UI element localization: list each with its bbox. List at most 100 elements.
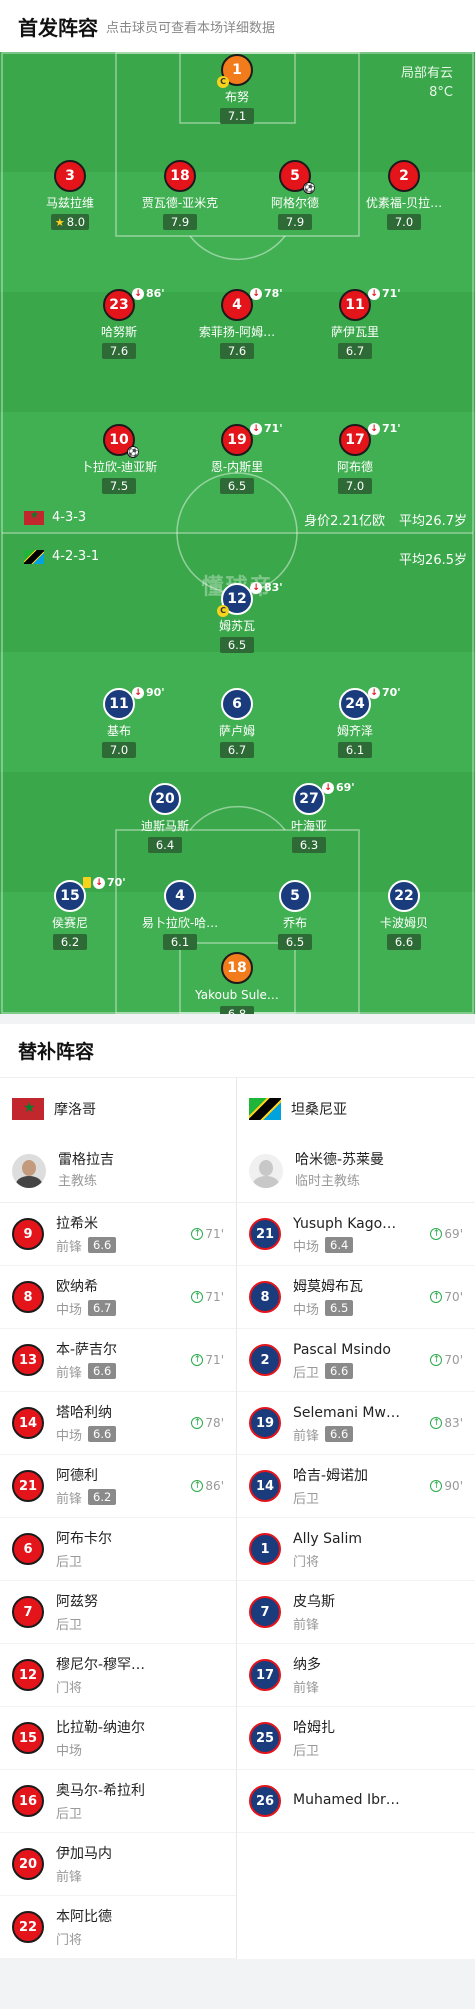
sub-player-row[interactable]: 26 Muhamed Ibr… — [237, 1770, 475, 1833]
player-number: 12 C ↓ 83' — [217, 581, 283, 617]
player-number: 12 — [12, 1659, 44, 1691]
goal-ball-icon: ⚽ — [303, 182, 316, 194]
sub-player-row[interactable]: 21 阿德利 前锋 6.2 ↑ 86' — [0, 1455, 236, 1518]
player-rating: 6.6 — [88, 1237, 117, 1253]
home-player-4[interactable]: 4 ↓ 78' 索菲扬-阿姆… 7.6 — [177, 287, 297, 359]
player-rating: 7.9 — [163, 214, 197, 230]
subs-table: 摩洛哥 雷格拉吉 主教练 9拉希米前锋6.6↑71'8欧纳希中场6.7↑71'1… — [0, 1078, 475, 1959]
home-player-18[interactable]: 18 贾瓦德-亚米克 7.9 — [120, 160, 240, 230]
sub-player-row[interactable]: 14 哈吉-姆诺加 后卫 ↑ 90' — [237, 1455, 475, 1518]
sub-in-time: ↑ 70' — [430, 1353, 463, 1367]
player-number: 23 ↓ 86' — [103, 287, 165, 321]
player-name: Yakoub Sule… — [195, 988, 279, 1002]
sub-player-row[interactable]: 8 欧纳希 中场 6.7 ↑ 71' — [0, 1266, 236, 1329]
away-player-6[interactable]: 6 萨卢姆 6.7 — [177, 688, 297, 758]
player-position: 中场 — [293, 1302, 320, 1318]
player-name: 贾瓦德-亚米克 — [141, 196, 219, 210]
sub-player-row[interactable]: 19 Selemani Mw… 前锋 6.6 ↑ 83' — [237, 1392, 475, 1455]
player-name: 拉希米 — [56, 1215, 98, 1232]
away-subs-column: 坦桑尼亚 哈米德-苏莱曼 临时主教练 21 Yusuph Kago… 中场 6.4 ↑ 6… — [237, 1078, 475, 1959]
sub-player-row[interactable]: 21 Yusuph Kago… 中场 6.4 ↑ 69' — [237, 1203, 475, 1266]
home-team-info: 身价2.21亿欧 平均26.7岁 — [290, 510, 467, 529]
sub-player-row[interactable]: 13 本-萨吉尔 前锋 6.6 ↑ 71' — [0, 1329, 236, 1392]
player-name: 纳多 — [293, 1656, 321, 1673]
home-player-5[interactable]: 5 ⚽ 阿格尔德 7.9 — [235, 160, 355, 230]
player-rating: 6.1 — [338, 742, 372, 758]
away-player-18[interactable]: 18 Yakoub Sule… 6.8 — [177, 952, 297, 1014]
sub-in-icon: ↑ — [430, 1228, 443, 1240]
player-position: 门将 — [56, 1680, 83, 1696]
home-player-23[interactable]: 23 ↓ 86' 哈努斯 7.6 — [59, 287, 179, 359]
morocco-flag-icon — [12, 1098, 44, 1120]
player-number: 3 — [54, 160, 86, 192]
home-player-1[interactable]: 1C 布努 7.1 — [177, 54, 297, 124]
home-player-2[interactable]: 2 优素福-贝拉… 7.0 — [344, 160, 464, 230]
sub-player-row[interactable]: 15 比拉勒-纳迪尔 中场 — [0, 1707, 236, 1770]
player-number: 17 — [249, 1659, 281, 1691]
player-name: 哈努斯 — [100, 325, 137, 339]
coach-avatar — [12, 1154, 46, 1188]
yellow-card-icon — [83, 877, 91, 888]
sub-player-row[interactable]: 1 Ally Salim 门将 — [237, 1518, 475, 1581]
sub-player-row[interactable]: 2 Pascal Msindo 后卫 6.6 ↑ 70' — [237, 1329, 475, 1392]
away-player-22[interactable]: 22 卡波姆贝 6.6 — [344, 880, 464, 950]
sub-in-time: ↑ 90' — [430, 1479, 463, 1493]
sub-player-row[interactable]: 12 穆尼尔-穆罕… 门将 — [0, 1644, 236, 1707]
sub-player-row[interactable]: 25 哈姆扎 后卫 — [237, 1707, 475, 1770]
player-number: 20 — [149, 783, 181, 815]
player-number: 14 — [12, 1407, 44, 1439]
player-position: 门将 — [293, 1554, 320, 1570]
sub-player-row[interactable]: 16 奥马尔-希拉利 后卫 — [0, 1770, 236, 1833]
sub-player-row[interactable]: 9 拉希米 前锋 6.6 ↑ 71' — [0, 1203, 236, 1266]
away-player-11[interactable]: 11 ↓ 90' 基布 7.0 — [59, 686, 179, 758]
player-position: 后卫 — [56, 1554, 83, 1570]
player-name: 比拉勒-纳迪尔 — [56, 1719, 146, 1736]
away-player-5[interactable]: 5 乔布 6.5 — [235, 880, 355, 950]
formation-label: 4-2-3-1 — [52, 549, 100, 564]
player-number: 7 — [12, 1596, 44, 1628]
home-player-17[interactable]: 17 ↓ 71' 阿布德 7.0 — [295, 422, 415, 494]
player-name: 伊加马内 — [56, 1845, 112, 1862]
player-rating: 6.2 — [53, 934, 87, 950]
away-player-4[interactable]: 4 易卜拉欣-哈… 6.1 — [120, 880, 240, 950]
home-player-10[interactable]: 10 ⚽ 卜拉欣-迪亚斯 7.5 — [59, 424, 179, 494]
player-rating: 6.5 — [220, 637, 254, 653]
formation-label: 4-3-3 — [52, 510, 87, 525]
sub-player-row[interactable]: 22 本阿比德 门将 — [0, 1896, 236, 1959]
sub-in-time: ↑ 78' — [191, 1416, 224, 1430]
sub-player-row[interactable]: 14 塔哈利纳 中场 6.6 ↑ 78' — [0, 1392, 236, 1455]
player-position: 后卫 — [293, 1491, 320, 1507]
player-rating: 6.8 — [220, 1006, 254, 1014]
player-name: 哈吉-姆诺加 — [293, 1467, 369, 1484]
player-rating: 7.6 — [102, 343, 136, 359]
sub-player-row[interactable]: 6 阿布卡尔 后卫 — [0, 1518, 236, 1581]
player-name: 布努 — [224, 90, 249, 104]
sub-player-row[interactable]: 17 纳多 前锋 — [237, 1644, 475, 1707]
player-name: Yusuph Kago… — [293, 1215, 397, 1232]
sub-player-row[interactable]: 7 皮乌斯 前锋 — [237, 1581, 475, 1644]
away-player-15[interactable]: 15 ↓ 70' 侯赛尼 6.2 — [10, 876, 130, 950]
sub-in-time: ↑ 69' — [430, 1227, 463, 1241]
player-name: 卡波姆贝 — [379, 916, 428, 930]
away-player-12[interactable]: 12 C ↓ 83' 姆苏瓦 6.5 — [177, 581, 297, 653]
sub-minute: 70' — [382, 686, 401, 699]
away-player-24[interactable]: 24 ↓ 70' 姆齐泽 6.1 — [295, 686, 415, 758]
home-coach[interactable]: 雷格拉吉 主教练 — [0, 1140, 236, 1203]
sub-in-time: ↑ 86' — [191, 1479, 224, 1493]
home-player-19[interactable]: 19 ↓ 71' 恩-内斯里 6.5 — [177, 422, 297, 494]
captain-icon: C — [217, 605, 229, 617]
player-position: 中场 — [56, 1743, 83, 1759]
away-player-20[interactable]: 20 迪斯马斯 6.4 — [105, 783, 225, 853]
away-player-27[interactable]: 27 ↓ 69' 叶海亚 6.3 — [249, 781, 369, 853]
sub-player-row[interactable]: 7 阿兹努 后卫 — [0, 1581, 236, 1644]
home-player-3[interactable]: 3 马兹拉维 ★ 8.0 — [10, 160, 130, 230]
sub-out-icon: ↓ — [368, 422, 380, 435]
home-player-11[interactable]: 11 ↓ 71' 萨伊瓦里 6.7 — [295, 287, 415, 359]
player-name: 阿德利 — [56, 1467, 98, 1484]
sub-player-row[interactable]: 8 姆莫姆布瓦 中场 6.5 ↑ 70' — [237, 1266, 475, 1329]
sub-player-row[interactable]: 20 伊加马内 前锋 — [0, 1833, 236, 1896]
player-number: 6 — [12, 1533, 44, 1565]
player-name: 穆尼尔-穆罕… — [56, 1656, 146, 1673]
player-rating: 6.5 — [325, 1300, 354, 1316]
away-coach[interactable]: 哈米德-苏莱曼 临时主教练 — [237, 1140, 475, 1203]
